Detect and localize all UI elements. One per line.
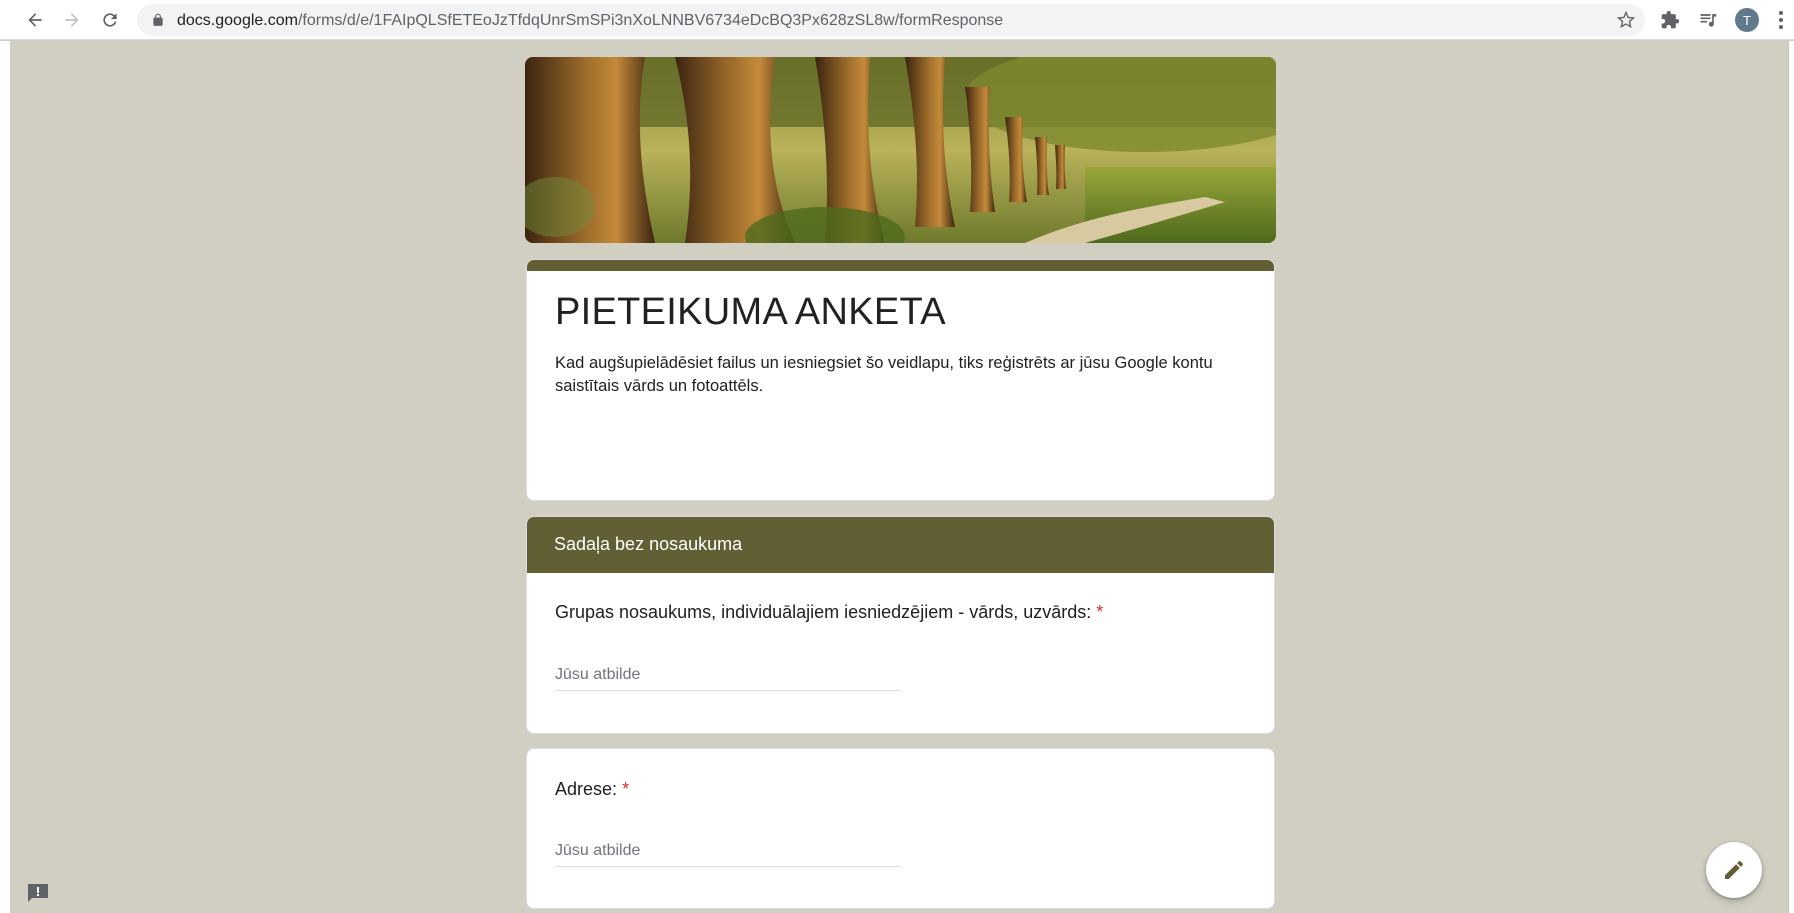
required-asterisk: * <box>622 779 630 799</box>
tree-alley-image <box>525 57 1276 243</box>
section-title-text: Sadaļa bez nosaukuma <box>554 534 743 554</box>
avatar-letter: T <box>1743 12 1751 28</box>
title-accent-bar <box>527 260 1274 271</box>
reload-button[interactable] <box>96 6 124 34</box>
question-card-address: Adrese: * Jūsu atbilde <box>526 748 1275 909</box>
url-text: docs.google.com/forms/d/e/1FAIpQLSfETEoJ… <box>177 12 1003 30</box>
answer-input-group-name[interactable]: Jūsu atbilde <box>555 663 901 691</box>
media-queue-icon[interactable] <box>1697 9 1719 31</box>
answer-input-address[interactable]: Jūsu atbilde <box>555 839 901 867</box>
lock-icon <box>153 13 163 26</box>
forward-button[interactable] <box>58 6 86 34</box>
section-card: Sadaļa bez nosaukuma Grupas nosaukums, i… <box>526 516 1275 734</box>
address-bar[interactable]: docs.google.com/forms/d/e/1FAIpQLSfETEoJ… <box>137 4 1645 36</box>
question-label-group-name: Grupas nosaukums, individuālajiem iesnie… <box>555 602 1103 623</box>
back-button[interactable] <box>21 6 49 34</box>
answer-placeholder: Jūsu atbilde <box>555 666 641 683</box>
window-left-edge <box>0 41 10 913</box>
answer-placeholder: Jūsu atbilde <box>555 842 641 859</box>
scrollbar[interactable] <box>1788 41 1794 913</box>
url-host: docs.google.com <box>177 12 298 29</box>
extensions-icon[interactable] <box>1659 9 1681 31</box>
reload-icon <box>103 13 117 27</box>
forward-icon <box>65 13 79 27</box>
form-title: PIETEIKUMA ANKETA <box>555 291 946 333</box>
question-label-address: Adrese: * <box>555 779 629 800</box>
form-description: Kad augšupielādēsiet failus un iesniegsi… <box>555 354 1213 395</box>
menu-kebab-icon[interactable] <box>1776 10 1786 30</box>
profile-avatar[interactable]: T <box>1735 8 1759 32</box>
browser-toolbar: docs.google.com/forms/d/e/1FAIpQLSfETEoJ… <box>0 0 1794 40</box>
question-text: Grupas nosaukums, individuālajiem iesnie… <box>555 602 1092 622</box>
form-title-card: PIETEIKUMA ANKETA Kad augšupielādēsiet f… <box>526 259 1275 501</box>
required-asterisk: * <box>1096 602 1104 622</box>
pencil-icon <box>1725 860 1743 879</box>
report-feedback-icon[interactable] <box>26 882 50 904</box>
star-icon[interactable] <box>1617 11 1635 29</box>
back-icon <box>28 13 42 27</box>
url-path: /forms/d/e/1FAIpQLSfETEoJzTfdqUnrSmSPi3n… <box>297 12 1004 29</box>
section-title: Sadaļa bez nosaukuma <box>527 517 1274 573</box>
question-text: Adrese: <box>555 779 618 799</box>
header-banner-image <box>525 57 1276 243</box>
edit-form-button[interactable] <box>1706 842 1762 898</box>
